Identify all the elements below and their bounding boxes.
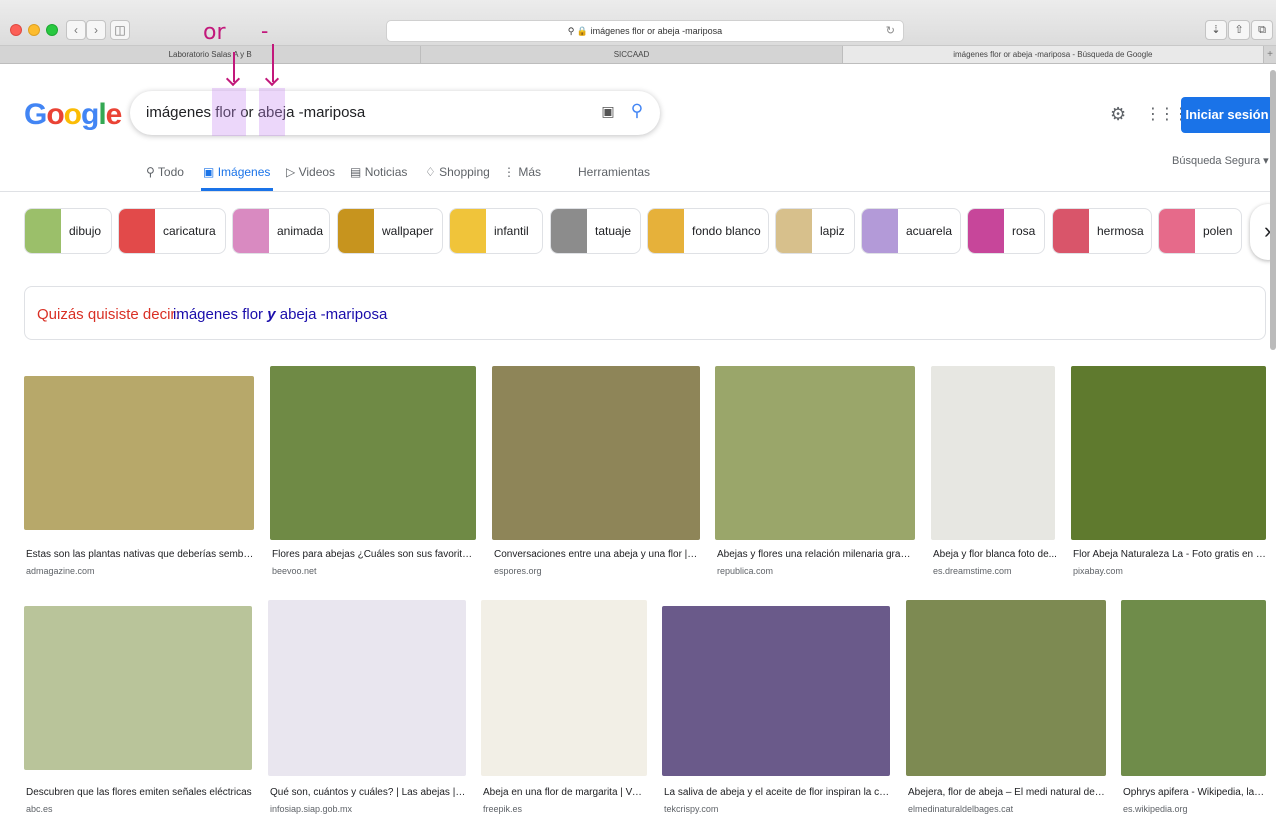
tag-icon: ♢	[425, 165, 436, 179]
image-icon: ▣	[203, 165, 215, 179]
tabs-overview-icon[interactable]: ⧉	[1251, 20, 1273, 40]
search-icon: ⚲	[146, 165, 155, 179]
search-icon[interactable]: ⚲	[626, 101, 648, 123]
result-thumbnail[interactable]	[662, 606, 890, 776]
tab-mas[interactable]: ⋮ Más	[503, 165, 541, 179]
annotation-arrow	[233, 52, 235, 82]
chip-thumbnail	[450, 209, 486, 253]
result-thumbnail[interactable]	[270, 366, 476, 540]
tab-herramientas[interactable]: Herramientas	[578, 165, 650, 179]
google-logo[interactable]: Google	[24, 98, 122, 132]
chip-thumbnail	[648, 209, 684, 253]
chip-infantil[interactable]: infantil	[449, 208, 543, 254]
chip-animada[interactable]: animada	[232, 208, 330, 254]
chip-rosa[interactable]: rosa	[967, 208, 1045, 254]
chip-wallpaper[interactable]: wallpaper	[337, 208, 443, 254]
tab-bar: Laboratorio Salas A y B SICCAAD imágenes…	[0, 46, 1276, 64]
zoom-window-button[interactable]	[46, 24, 58, 36]
result-thumbnail[interactable]	[1121, 600, 1266, 776]
address-text: imágenes flor or abeja -mariposa	[590, 26, 723, 36]
search-tabs: ⚲ Todo ▣ Imágenes ▷ Videos ▤ Noticias ♢ …	[0, 162, 1276, 192]
did-you-mean-link[interactable]: imágenes flor y abeja -mariposa	[173, 306, 387, 323]
search-input[interactable]: imágenes flor or abeja -mariposa ▣ ⚲	[130, 91, 660, 135]
tab-imagenes[interactable]: ▣ Imágenes	[203, 165, 270, 179]
tab-siccaad[interactable]: SICCAAD	[421, 46, 843, 63]
browser-titlebar: ‹ › ◫ ⚲ 🔒 imágenes flor or abeja -maripo…	[0, 0, 1276, 46]
share-icon[interactable]: ⇧	[1228, 20, 1250, 40]
result-thumbnail[interactable]	[481, 600, 647, 776]
signin-button[interactable]: Iniciar sesión	[1181, 97, 1273, 133]
chip-dibujo[interactable]: dibujo	[24, 208, 112, 254]
chip-lapiz[interactable]: lapiz	[775, 208, 855, 254]
address-bar[interactable]: ⚲ 🔒 imágenes flor or abeja -mariposa ↻	[386, 20, 904, 42]
tab-shopping[interactable]: ♢ Shopping	[425, 165, 490, 179]
annotation-dash: -	[261, 18, 269, 43]
minimize-window-button[interactable]	[28, 24, 40, 36]
result-thumbnail[interactable]	[715, 366, 915, 540]
tab-laboratorio[interactable]: Laboratorio Salas A y B	[0, 46, 422, 63]
settings-gear-icon[interactable]: ⚙	[1110, 104, 1126, 125]
chip-thumbnail	[862, 209, 898, 253]
search-query: imágenes flor or abeja -mariposa	[146, 104, 366, 121]
page-scrollbar[interactable]	[1270, 70, 1276, 350]
more-vert-icon: ⋮	[503, 165, 515, 179]
tab-noticias[interactable]: ▤ Noticias	[350, 165, 407, 179]
chip-hermosa[interactable]: hermosa	[1052, 208, 1152, 254]
chip-thumbnail	[25, 209, 61, 253]
chip-thumbnail	[233, 209, 269, 253]
annotation-arrow	[272, 44, 274, 82]
highlight-or	[212, 88, 246, 136]
downloads-icon[interactable]: ⇣	[1205, 20, 1227, 40]
close-window-button[interactable]	[10, 24, 22, 36]
result-thumbnail[interactable]	[1071, 366, 1266, 540]
active-tab-indicator	[201, 188, 273, 191]
result-thumbnail[interactable]	[906, 600, 1106, 776]
result-thumbnail[interactable]	[931, 366, 1055, 540]
result-thumbnail[interactable]	[268, 600, 466, 776]
reload-icon[interactable]: ↻	[886, 21, 895, 41]
chip-thumbnail	[776, 209, 812, 253]
video-icon: ▷	[286, 165, 296, 179]
chip-thumbnail	[968, 209, 1004, 253]
tab-todo[interactable]: ⚲ Todo	[146, 165, 184, 179]
chip-fondo-blanco[interactable]: fondo blanco	[647, 208, 769, 254]
chip-thumbnail	[1159, 209, 1195, 253]
news-icon: ▤	[350, 165, 362, 179]
chip-thumbnail	[338, 209, 374, 253]
chip-tatuaje[interactable]: tatuaje	[550, 208, 641, 254]
did-you-mean-prefix: Quizás quisiste decir:	[37, 306, 180, 323]
refinement-chips: dibujo caricatura animada wallpaper infa…	[24, 208, 1276, 258]
tab-google-search[interactable]: imágenes flor or abeja -mariposa - Búsqu…	[842, 46, 1264, 63]
forward-icon[interactable]: ›	[86, 20, 106, 40]
back-icon[interactable]: ‹	[66, 20, 86, 40]
result-thumbnail[interactable]	[24, 606, 252, 770]
chip-acuarela[interactable]: acuarela	[861, 208, 961, 254]
tab-videos[interactable]: ▷ Videos	[286, 165, 335, 179]
search-icon: ⚲	[567, 26, 575, 36]
chip-caricatura[interactable]: caricatura	[118, 208, 226, 254]
camera-icon[interactable]: ▣	[598, 103, 618, 123]
sidebar-icon[interactable]: ◫	[110, 20, 130, 40]
result-thumbnail[interactable]	[24, 376, 254, 530]
did-you-mean: Quizás quisiste decir: imágenes flor y a…	[24, 286, 1266, 340]
chip-thumbnail	[1053, 209, 1089, 253]
chip-polen[interactable]: polen	[1158, 208, 1242, 254]
new-tab-icon[interactable]: +	[1264, 46, 1276, 63]
highlight-dash	[259, 88, 285, 136]
result-thumbnail[interactable]	[492, 366, 700, 540]
chip-thumbnail	[119, 209, 155, 253]
lock-icon: 🔒	[576, 26, 589, 36]
annotation-or: or	[203, 20, 226, 45]
chip-thumbnail	[551, 209, 587, 253]
